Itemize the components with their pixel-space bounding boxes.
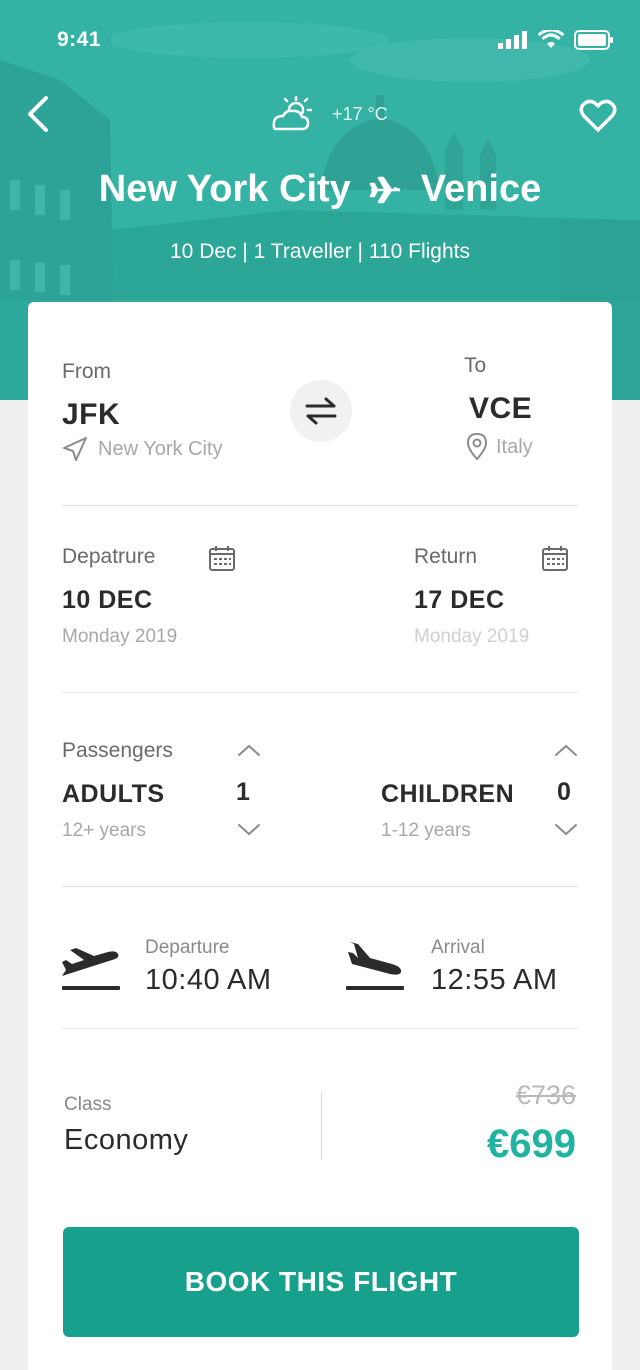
vertical-divider	[321, 1092, 322, 1160]
from-place-label: New York City	[98, 437, 223, 460]
from-place: New York City	[62, 436, 223, 462]
return-day: Monday 2019	[414, 626, 530, 647]
booking-card: From JFK New York City To VCE Italy Depa…	[28, 302, 612, 1370]
calendar-icon[interactable]	[208, 544, 236, 572]
status-bar: 9:41	[0, 26, 640, 56]
adults-label: ADULTS	[62, 780, 165, 808]
divider	[62, 505, 578, 506]
departure-date[interactable]: 10 DEC	[62, 586, 153, 615]
weather-indicator: +17 °C	[268, 96, 388, 132]
status-time: 9:41	[57, 28, 102, 51]
location-arrow-icon	[63, 437, 87, 461]
adults-count: 1	[236, 778, 251, 806]
chevron-left-icon	[28, 96, 48, 132]
book-flight-button[interactable]: BOOK THIS FLIGHT	[63, 1227, 579, 1337]
arrival-time-label: Arrival	[431, 937, 485, 958]
origin-city: New York City	[98, 168, 351, 210]
calendar-icon[interactable]	[541, 544, 569, 572]
favorite-button[interactable]	[578, 96, 618, 136]
return-date[interactable]: 17 DEC	[414, 586, 505, 615]
adults-decrement-chevron-down-icon[interactable]	[236, 822, 262, 838]
from-code[interactable]: JFK	[62, 398, 120, 432]
to-code[interactable]: VCE	[469, 392, 532, 426]
heart-icon	[579, 99, 617, 132]
divider	[62, 692, 578, 693]
return-date-label: Return	[414, 545, 478, 568]
divider	[62, 1028, 578, 1029]
back-button[interactable]	[22, 94, 58, 134]
class-label: Class	[64, 1094, 112, 1115]
from-label: From	[62, 360, 111, 383]
departure-time: 10:40 AM	[145, 964, 272, 996]
to-place-label: Italy	[496, 435, 533, 458]
plane-takeoff-icon	[62, 948, 120, 990]
children-label: CHILDREN	[381, 780, 515, 808]
departure-time-label: Departure	[145, 937, 230, 958]
plane-landing-icon	[346, 942, 404, 990]
children-count: 0	[557, 778, 572, 806]
adults-range: 12+ years	[62, 820, 146, 841]
swap-route-button[interactable]	[290, 380, 352, 442]
wifi-icon	[538, 30, 564, 48]
divider	[62, 886, 578, 887]
map-pin-icon	[466, 432, 488, 461]
departure-date-label: Depatrure	[62, 545, 156, 568]
route-title: New York City Venice	[0, 168, 640, 211]
children-decrement-chevron-down-icon[interactable]	[553, 822, 579, 838]
signal-icon	[498, 31, 527, 49]
arrival-time: 12:55 AM	[431, 964, 558, 996]
discounted-price: €699	[487, 1122, 576, 1166]
to-place: Italy	[466, 432, 533, 462]
swap-arrows-icon	[305, 397, 337, 425]
class-value[interactable]: Economy	[64, 1124, 188, 1157]
departure-day: Monday 2019	[62, 626, 178, 647]
destination-city: Venice	[420, 168, 542, 210]
partly-cloudy-icon	[272, 96, 313, 131]
passengers-label: Passengers	[62, 739, 173, 762]
to-label: To	[464, 354, 487, 377]
temperature: +17 °C	[332, 103, 388, 124]
battery-icon	[574, 30, 613, 50]
adults-increment-chevron-up-icon[interactable]	[236, 742, 262, 758]
children-range: 1-12 years	[381, 820, 471, 841]
children-increment-chevron-up-icon[interactable]	[553, 742, 579, 758]
trip-summary: 10 Dec | 1 Traveller | 110 Flights	[170, 240, 470, 263]
original-price: €736	[515, 1080, 576, 1110]
airplane-icon	[369, 176, 401, 203]
